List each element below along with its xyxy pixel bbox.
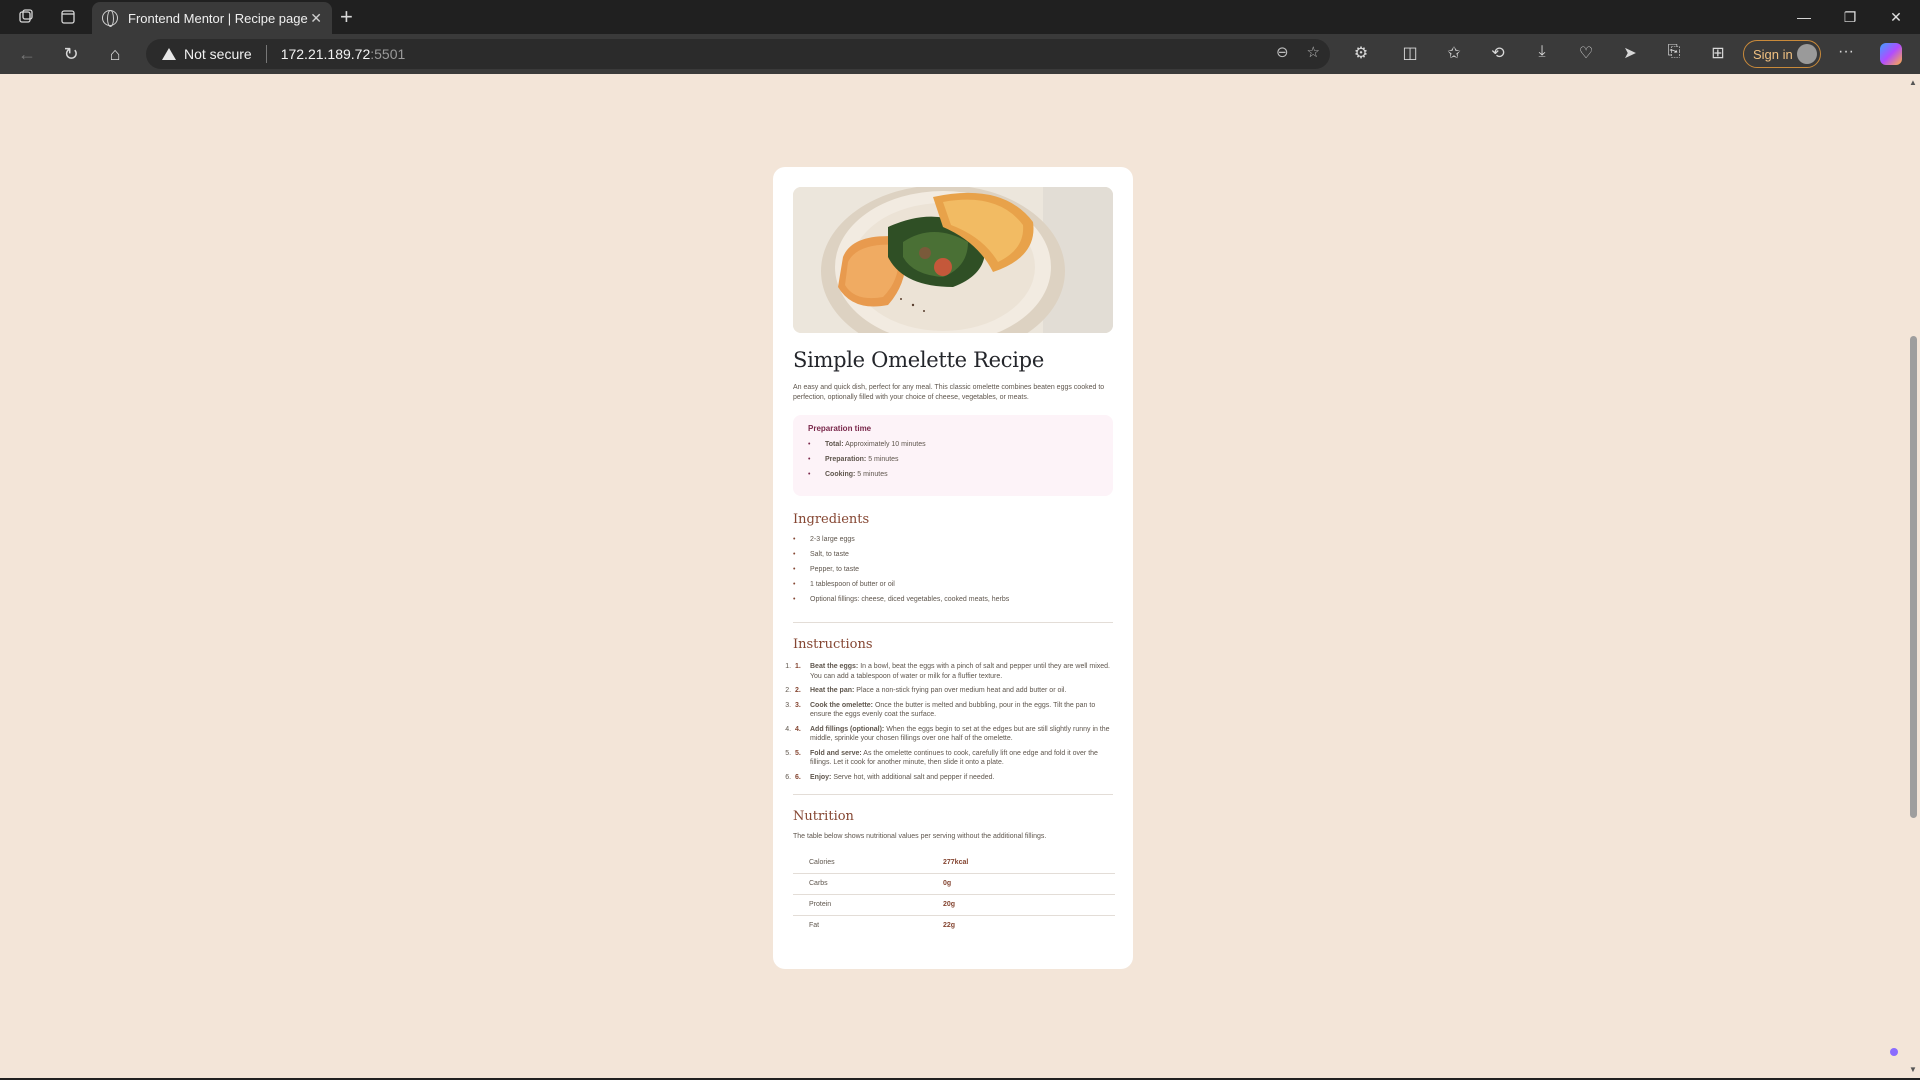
home-icon[interactable]: ⌂ bbox=[100, 40, 130, 68]
send-icon[interactable]: ➤ bbox=[1618, 43, 1642, 63]
minimize-icon[interactable]: — bbox=[1781, 0, 1827, 34]
avatar-icon bbox=[1797, 44, 1817, 64]
instruction-step: 1.Beat the eggs: In a bowl, beat the egg… bbox=[793, 662, 1113, 681]
more-options-icon[interactable]: ··· bbox=[1834, 43, 1858, 61]
restore-icon[interactable]: ❐ bbox=[1827, 0, 1873, 34]
ingredients-section: Ingredients 2-3 large eggs Salt, to tast… bbox=[793, 512, 1113, 610]
split-screen-icon[interactable]: ◫ bbox=[1398, 43, 1422, 63]
instruction-step: 5.Fold and serve: As the omelette contin… bbox=[793, 749, 1113, 768]
sign-in-button[interactable]: Sign in bbox=[1743, 40, 1821, 68]
favorite-star-icon[interactable]: ☆ bbox=[1307, 43, 1320, 61]
scroll-down-icon[interactable]: ▼ bbox=[1909, 1065, 1917, 1074]
tab-title: Frontend Mentor | Recipe page bbox=[128, 10, 308, 26]
screenshot-icon[interactable]: ⎘ bbox=[1662, 43, 1686, 61]
warning-icon bbox=[162, 48, 176, 60]
prep-item: Preparation: 5 minutes bbox=[808, 455, 1098, 470]
ingredient-item: 1 tablespoon of butter or oil bbox=[793, 580, 1113, 595]
instructions-heading: Instructions bbox=[793, 637, 873, 652]
globe-icon bbox=[102, 10, 118, 27]
url-port: :5501 bbox=[370, 46, 406, 62]
security-label[interactable]: Not secure bbox=[184, 46, 252, 62]
nutrition-intro: The table below shows nutritional values… bbox=[793, 833, 1047, 840]
section-divider bbox=[793, 622, 1113, 623]
browser-toolbar: ← ↻ ⌂ Not secure 172.21.189.72 :5501 ⊖ ☆… bbox=[0, 34, 1920, 74]
prep-item: Cooking: 5 minutes bbox=[808, 470, 1098, 485]
prep-heading: Preparation time bbox=[808, 424, 872, 433]
sign-in-label: Sign in bbox=[1753, 46, 1793, 62]
zoom-out-icon[interactable]: ⊖ bbox=[1276, 43, 1289, 61]
recipe-card: Simple Omelette Recipe An easy and quick… bbox=[773, 167, 1133, 969]
prep-item: Total: Approximately 10 minutes bbox=[808, 440, 1098, 455]
downloads-icon[interactable]: ⤓ bbox=[1530, 43, 1554, 61]
ingredient-item: 2-3 large eggs bbox=[793, 535, 1113, 550]
refresh-icon[interactable]: ↻ bbox=[56, 40, 86, 68]
omelette-image bbox=[793, 187, 1113, 333]
workspaces-icon[interactable] bbox=[6, 0, 46, 34]
page-viewport: Simple Omelette Recipe An easy and quick… bbox=[0, 74, 1906, 1078]
browser-essentials-icon[interactable]: ♡ bbox=[1574, 43, 1598, 63]
nutrition-table: Calories 277kcal Carbs 0g Protein 20g Fat 22… bbox=[793, 852, 1115, 936]
extensions-icon[interactable]: ⚙ bbox=[1349, 43, 1373, 63]
instruction-step: 2.Heat the pan: Place a non-stick frying… bbox=[793, 686, 1113, 696]
page-scrollbar[interactable]: ▲ ▼ bbox=[1906, 74, 1920, 1078]
tab-actions-icon[interactable] bbox=[48, 0, 88, 34]
address-divider bbox=[265, 45, 267, 63]
copilot-icon[interactable] bbox=[1880, 43, 1902, 65]
instructions-section: Instructions 1.Beat the eggs: In a bowl,… bbox=[793, 637, 1113, 782]
assistant-orb-icon[interactable] bbox=[1890, 1048, 1898, 1056]
table-row: Calories 277kcal bbox=[793, 852, 1115, 874]
scroll-up-icon[interactable]: ▲ bbox=[1909, 78, 1917, 87]
address-bar[interactable]: Not secure 172.21.189.72 :5501 ⊖ ☆ bbox=[146, 39, 1330, 69]
table-row: Carbs 0g bbox=[793, 873, 1115, 895]
collections-icon[interactable]: ⊞ bbox=[1706, 43, 1730, 63]
preparation-time-box: Preparation time Total: Approximately 10… bbox=[793, 415, 1113, 496]
new-tab-icon[interactable]: + bbox=[340, 4, 353, 30]
instruction-step: 4.Add fillings (optional): When the eggs… bbox=[793, 725, 1113, 744]
favorites-icon[interactable]: ✩ bbox=[1442, 43, 1466, 63]
history-icon[interactable]: ⟲ bbox=[1486, 43, 1510, 63]
back-icon[interactable]: ← bbox=[12, 40, 42, 68]
table-row: Fat 22g bbox=[809, 922, 956, 930]
ingredient-item: Salt, to taste bbox=[793, 550, 1113, 565]
instruction-step: 3.Cook the omelette: Once the butter is … bbox=[793, 701, 1113, 720]
browser-titlebar: Frontend Mentor | Recipe page ✕ + — ❐ ✕ bbox=[0, 0, 1920, 34]
close-window-icon[interactable]: ✕ bbox=[1873, 0, 1919, 34]
recipe-intro: An easy and quick dish, perfect for any … bbox=[793, 384, 1105, 401]
scrollbar-thumb[interactable] bbox=[1910, 336, 1917, 818]
url-host: 172.21.189.72 bbox=[280, 46, 371, 62]
ingredient-item: Optional fillings: cheese, diced vegetab… bbox=[793, 595, 1113, 610]
recipe-title: Simple Omelette Recipe bbox=[793, 348, 1044, 372]
close-tab-icon[interactable]: ✕ bbox=[310, 10, 322, 27]
instruction-step: 6.Enjoy: Serve hot, with additional salt… bbox=[793, 773, 1113, 783]
section-divider bbox=[793, 794, 1113, 795]
ingredients-heading: Ingredients bbox=[793, 512, 870, 527]
ingredient-item: Pepper, to taste bbox=[793, 565, 1113, 580]
table-row: Protein 20g bbox=[793, 894, 1115, 916]
nutrition-section: Nutrition The table below shows nutritio… bbox=[793, 809, 1115, 936]
nutrition-heading: Nutrition bbox=[793, 809, 854, 824]
tab-recipe-page[interactable]: Frontend Mentor | Recipe page ✕ bbox=[92, 2, 332, 34]
